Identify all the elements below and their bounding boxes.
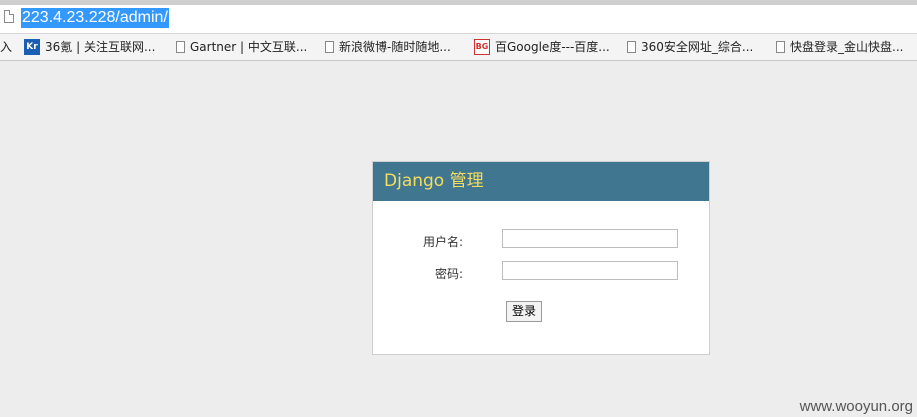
- bookmark-gartner[interactable]: Gartner | 中文互联...: [176, 39, 307, 55]
- bookmark-360[interactable]: 360安全网址_综合...: [627, 39, 753, 55]
- bookmark-google-baidu[interactable]: BG 百Google度---百度...: [474, 39, 610, 55]
- bookmark-label: 快盘登录_金山快盘...: [790, 40, 904, 54]
- bookmarks-bar: 入 Kr 36氪 | 关注互联网... Gartner | 中文互联... 新浪微…: [0, 34, 917, 61]
- url-text[interactable]: 223.4.23.228/admin/: [21, 8, 169, 28]
- page-icon: [176, 41, 185, 53]
- login-box: Django 管理 用户名: 密码: 登录: [372, 161, 710, 355]
- bookmark-kuaipan[interactable]: 快盘登录_金山快盘...: [776, 39, 903, 55]
- bookmark-label: 百Google度---百度...: [495, 40, 610, 54]
- window-top-border: [0, 0, 917, 5]
- bookmark-label: 新浪微博-随时随地...: [339, 40, 451, 54]
- bookmark-weibo[interactable]: 新浪微博-随时随地...: [325, 39, 451, 55]
- username-input[interactable]: [502, 229, 678, 248]
- bookmarks-overflow-text: 入: [0, 40, 13, 54]
- password-input[interactable]: [502, 261, 678, 280]
- bookmark-36kr[interactable]: Kr 36氪 | 关注互联网...: [24, 39, 155, 55]
- page-icon: [325, 41, 334, 53]
- watermark: www.wooyun.org: [799, 398, 913, 415]
- login-title: Django 管理: [373, 162, 709, 201]
- bookmark-label: Gartner | 中文互联...: [190, 40, 308, 54]
- username-label: 用户名:: [422, 235, 463, 249]
- bookmark-label: 360安全网址_综合...: [641, 40, 754, 54]
- bookmark-label: 36氪 | 关注互联网...: [45, 40, 156, 54]
- address-bar[interactable]: 223.4.23.228/admin/: [0, 0, 917, 34]
- kr-icon: Kr: [24, 39, 40, 55]
- password-label: 密码:: [434, 267, 463, 281]
- page-icon: [627, 41, 636, 53]
- bg-icon: BG: [474, 39, 490, 55]
- page-icon: [4, 10, 14, 23]
- login-button[interactable]: 登录: [506, 301, 542, 322]
- page-icon: [776, 41, 785, 53]
